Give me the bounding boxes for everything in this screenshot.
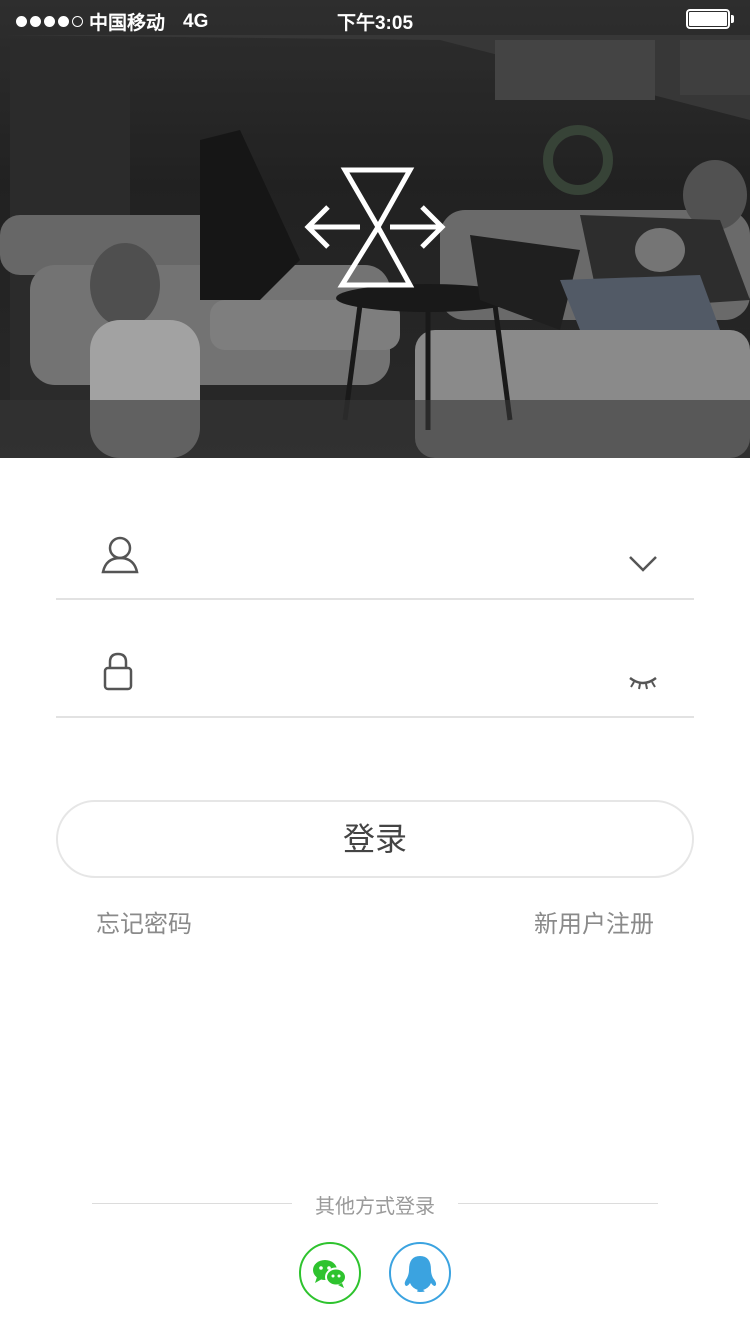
register-link[interactable]: 新用户注册: [534, 904, 654, 939]
hourglass-arrows-logo-icon: [304, 167, 446, 288]
wechat-login-button[interactable]: [299, 1242, 361, 1304]
wechat-icon: [313, 1260, 347, 1288]
user-icon: [101, 536, 139, 574]
username-input[interactable]: [166, 530, 596, 586]
status-bar: 中国移动 4G 下午3:05: [0, 0, 750, 40]
divider-line-right: [458, 1203, 658, 1204]
login-screen: 中国移动 4G 下午3:05 登录 忘记密码 新用户注册 其他方式登录: [0, 0, 750, 1334]
username-field-row: [56, 520, 694, 600]
status-time: 下午3:05: [336, 13, 414, 34]
login-button[interactable]: 登录: [56, 800, 694, 878]
lock-icon: [103, 652, 133, 691]
battery-icon: [686, 9, 734, 29]
qq-login-button[interactable]: [389, 1242, 451, 1304]
hero-banner: 中国移动 4G 下午3:05: [0, 0, 750, 458]
other-login-label: 其他方式登录: [315, 1194, 435, 1218]
other-login-divider: 其他方式登录: [0, 1190, 750, 1218]
password-input[interactable]: [166, 648, 596, 704]
qq-penguin-icon: [404, 1256, 437, 1292]
password-field-row: [56, 638, 694, 718]
chevron-down-icon[interactable]: [628, 554, 658, 574]
eye-closed-icon[interactable]: [628, 674, 658, 690]
forgot-password-link[interactable]: 忘记密码: [96, 904, 192, 939]
